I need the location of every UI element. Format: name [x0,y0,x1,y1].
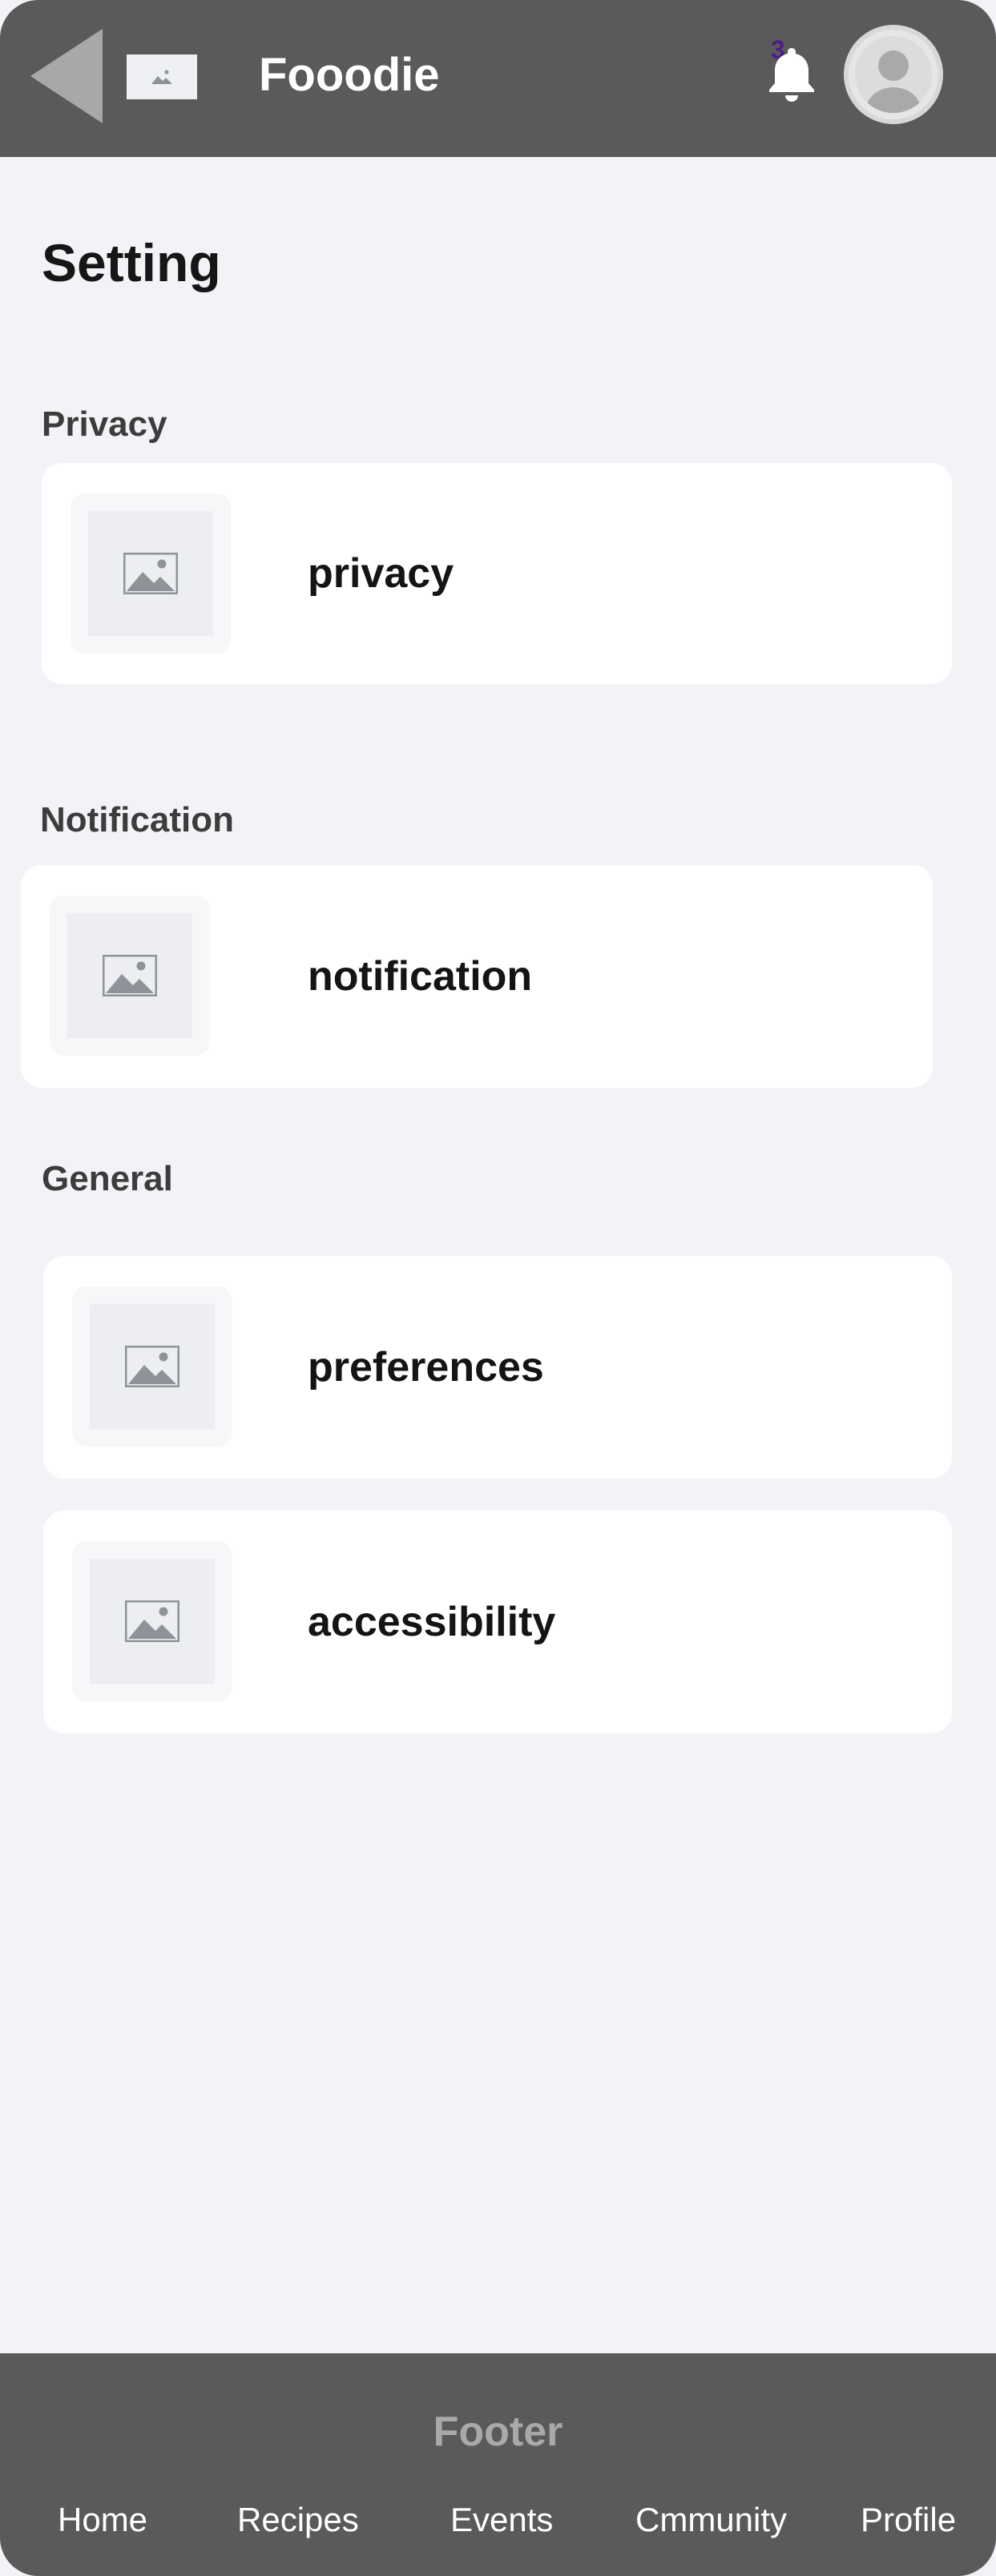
image-placeholder-icon [103,955,157,996]
section-title-notification: Notification [40,800,234,839]
back-button[interactable] [30,29,103,123]
top-app-bar: Fooodie 3 [0,0,996,157]
footer-link-recipes[interactable]: Recipes [237,2498,359,2542]
item-label-preferences: preferences [308,1344,544,1391]
item-thumbnail [71,493,231,654]
item-thumbnail [50,896,210,1056]
settings-item-privacy[interactable]: privacy [42,463,952,684]
footer: Footer Home Recipes Events Cmmunity Prof… [0,2353,996,2576]
footer-link-community[interactable]: Cmmunity [635,2498,787,2542]
image-placeholder-icon [123,553,178,594]
item-thumbnail [72,1286,232,1447]
image-placeholder-icon [125,1346,179,1387]
section-title-privacy: Privacy [42,405,167,444]
footer-link-profile[interactable]: Profile [861,2498,956,2542]
app-title: Fooodie [259,49,440,101]
app-screen: Fooodie 3 Setting Privacy privacy Notifi… [0,0,996,2576]
back-arrow-icon [30,29,103,123]
footer-link-home[interactable]: Home [58,2498,147,2542]
settings-item-accessibility[interactable]: accessibility [43,1511,952,1733]
footer-title: Footer [433,2409,563,2455]
footer-link-events[interactable]: Events [450,2498,553,2542]
settings-item-preferences[interactable]: preferences [43,1256,952,1479]
image-placeholder-icon [151,67,173,85]
item-label-notification: notification [308,953,533,1000]
item-label-accessibility: accessibility [308,1599,556,1645]
user-avatar-icon [855,36,932,113]
settings-item-notification[interactable]: notification [21,865,933,1088]
bell-icon [769,48,814,102]
item-label-privacy: privacy [308,550,454,597]
section-title-general: General [42,1159,173,1198]
image-placeholder-icon [125,1600,179,1642]
app-logo [127,54,197,99]
notifications-button[interactable] [765,45,818,103]
item-thumbnail [72,1541,232,1701]
page-title: Setting [42,233,221,292]
user-avatar-button[interactable] [844,25,943,124]
